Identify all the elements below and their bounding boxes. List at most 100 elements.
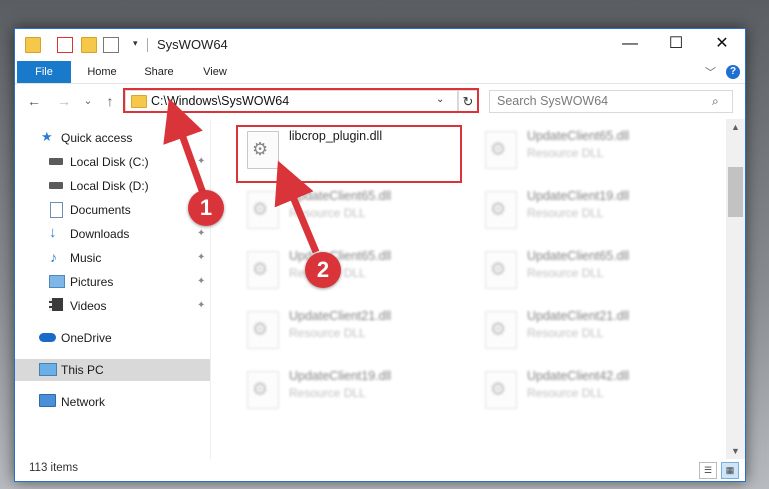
file-type: Resource DLL <box>289 206 366 220</box>
step-one-badge: 1 <box>188 190 224 226</box>
dll-file-icon: ⚙ <box>485 131 517 169</box>
sidebar-item-downloads[interactable]: ↓ Downloads ✦ <box>15 223 210 245</box>
gear-icon: ⚙ <box>252 199 269 219</box>
pin-icon[interactable]: ✦ <box>197 300 205 311</box>
tab-file[interactable]: File <box>17 61 71 83</box>
title-bar: ▾ SysWOW64 — ☐ ✕ <box>15 29 745 61</box>
folder-icon <box>25 37 41 53</box>
computer-icon <box>39 363 57 376</box>
pin-icon[interactable]: ✦ <box>197 276 205 287</box>
gear-icon: ⚙ <box>490 319 507 339</box>
dll-file-icon: ⚙ <box>247 251 279 289</box>
file-type: Resource DLL <box>289 326 366 340</box>
properties-check-icon[interactable] <box>57 37 73 53</box>
help-icon[interactable]: ? <box>726 65 740 79</box>
sidebar-item-local-disk-d[interactable]: Local Disk (D:) <box>15 175 210 197</box>
pin-icon[interactable]: ✦ <box>197 252 205 263</box>
customize-quick-access-icon[interactable] <box>103 37 119 53</box>
file-item[interactable]: ⚙ UpdateClient21.dll Resource DLL <box>237 303 467 357</box>
window-title: SysWOW64 <box>157 37 228 52</box>
drive-icon <box>49 158 63 165</box>
download-icon: ↓ <box>49 224 57 241</box>
gear-icon: ⚙ <box>490 199 507 219</box>
music-icon: ♪ <box>50 249 57 265</box>
sidebar-item-local-disk-c[interactable]: Local Disk (C:) ✦ <box>15 151 210 173</box>
large-icons-view-icon[interactable]: ▦ <box>721 462 739 479</box>
gear-icon: ⚙ <box>252 319 269 339</box>
file-name: UpdateClient65.dll <box>289 189 392 203</box>
sidebar-item-label: Documents <box>70 203 131 217</box>
details-view-icon[interactable]: ☰ <box>699 462 717 479</box>
sidebar-item-label: Local Disk (D:) <box>70 179 149 193</box>
file-name: UpdateClient65.dll <box>527 249 630 263</box>
pin-icon[interactable]: ✦ <box>197 156 205 167</box>
sidebar-item-onedrive[interactable]: OneDrive <box>15 327 210 349</box>
gear-icon: ⚙ <box>252 379 269 399</box>
sidebar-item-quick-access[interactable]: ★ Quick access <box>15 127 210 149</box>
sidebar-item-label: Network <box>61 395 106 409</box>
ribbon-tabs: File Home Share View ﹀ ? <box>15 61 745 84</box>
dll-file-icon: ⚙ <box>247 191 279 229</box>
maximize-button[interactable]: ☐ <box>653 29 699 61</box>
file-item[interactable]: ⚙ UpdateClient21.dll Resource DLL <box>475 303 705 357</box>
tab-view[interactable]: View <box>193 61 237 83</box>
file-name: UpdateClient19.dll <box>289 369 392 383</box>
search-box[interactable]: ⌕ <box>489 90 733 113</box>
tab-home[interactable]: Home <box>77 61 127 83</box>
star-icon: ★ <box>41 129 53 144</box>
pictures-icon <box>49 275 65 288</box>
quick-access-toolbar-dropdown-icon[interactable]: ▾ <box>133 38 138 49</box>
dll-file-icon: ⚙ <box>485 371 517 409</box>
network-icon <box>39 394 56 407</box>
sidebar-item-label: This PC <box>61 363 104 377</box>
minimize-button[interactable]: — <box>607 29 653 61</box>
step-two-badge: 2 <box>305 252 341 288</box>
file-type: Resource DLL <box>527 266 604 280</box>
back-button[interactable]: ← <box>25 92 43 110</box>
up-button[interactable]: ↑ <box>101 92 119 110</box>
dll-file-icon: ⚙ <box>247 311 279 349</box>
file-item[interactable]: ⚙ UpdateClient65.dll Resource DLL <box>475 243 705 297</box>
file-type: Resource DLL <box>289 386 366 400</box>
sidebar-item-videos[interactable]: Videos ✦ <box>15 295 210 317</box>
gear-icon: ⚙ <box>252 259 269 279</box>
gear-icon: ⚙ <box>490 379 507 399</box>
sidebar-item-documents[interactable]: Documents <box>15 199 210 221</box>
file-item[interactable]: ⚙ UpdateClient65.dll Resource DLL <box>237 183 467 237</box>
pin-icon[interactable]: ✦ <box>197 228 205 239</box>
dll-file-icon: ⚙ <box>485 191 517 229</box>
tab-share[interactable]: Share <box>135 61 183 83</box>
scroll-thumb[interactable] <box>728 167 743 217</box>
search-icon[interactable]: ⌕ <box>712 94 719 109</box>
file-item[interactable]: ⚙ UpdateClient19.dll Resource DLL <box>237 363 467 417</box>
documents-icon <box>50 202 63 218</box>
vertical-scrollbar[interactable]: ▲ ▼ <box>726 119 745 459</box>
file-item[interactable]: ⚙ UpdateClient19.dll Resource DLL <box>475 183 705 237</box>
sidebar-item-music[interactable]: ♪ Music ✦ <box>15 247 210 269</box>
file-explorer-window: ▾ SysWOW64 — ☐ ✕ File Home Share View ﹀ … <box>14 28 746 482</box>
file-type: Resource DLL <box>527 206 604 220</box>
file-item[interactable]: ⚙ UpdateClient65.dll Resource DLL <box>237 243 467 297</box>
file-highlight-box <box>236 125 462 183</box>
close-button[interactable]: ✕ <box>699 29 745 61</box>
sidebar-item-label: Music <box>70 251 102 265</box>
search-input[interactable] <box>497 94 697 108</box>
file-name: UpdateClient65.dll <box>527 129 630 143</box>
file-item[interactable]: ⚙ UpdateClient65.dll Resource DLL <box>475 123 705 177</box>
sidebar-item-network[interactable]: Network <box>15 391 210 413</box>
file-name: UpdateClient42.dll <box>527 369 630 383</box>
sidebar-item-pictures[interactable]: Pictures ✦ <box>15 271 210 293</box>
expand-ribbon-icon[interactable]: ﹀ <box>705 64 716 80</box>
recent-locations-icon[interactable]: ⌄ <box>79 92 97 110</box>
sidebar-item-this-pc[interactable]: This PC <box>15 359 210 381</box>
forward-button[interactable]: → <box>55 92 73 110</box>
scroll-up-arrow-icon[interactable]: ▲ <box>726 119 745 135</box>
scroll-down-arrow-icon[interactable]: ▼ <box>726 443 745 459</box>
sidebar-item-label: Videos <box>70 299 107 313</box>
file-item[interactable]: ⚙ UpdateClient42.dll Resource DLL <box>475 363 705 417</box>
file-name: UpdateClient19.dll <box>527 189 630 203</box>
sidebar-item-label: Pictures <box>70 275 114 289</box>
title-divider <box>147 38 148 52</box>
new-folder-icon[interactable] <box>81 37 97 53</box>
gear-icon: ⚙ <box>490 259 507 279</box>
